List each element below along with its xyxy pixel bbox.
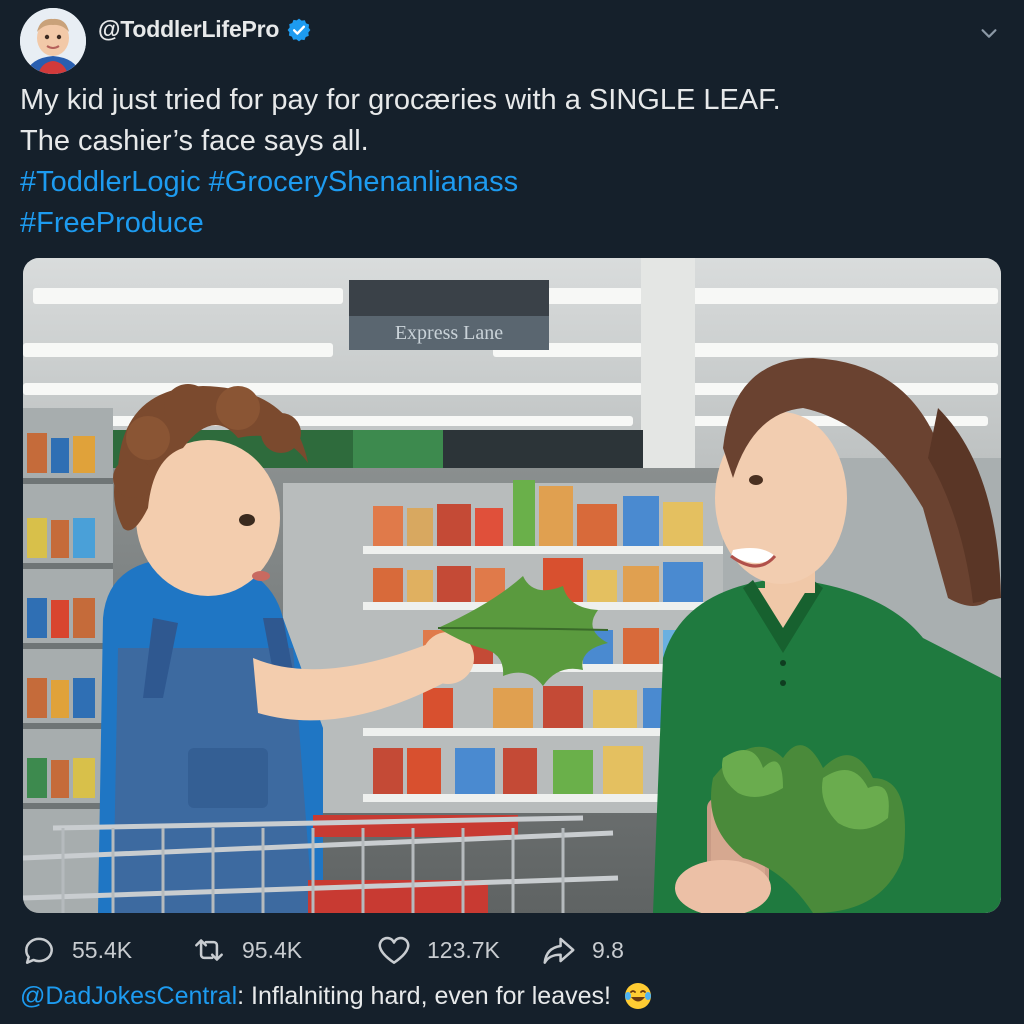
author-handle[interactable]: @ToddlerLifePro [98, 16, 279, 43]
verified-badge-icon [287, 18, 311, 41]
repost-button[interactable]: 95.4K [190, 928, 375, 972]
reply-mention[interactable]: @DadJokesCentral [20, 976, 237, 1016]
reply-count: 55.4K [72, 936, 133, 963]
reply-icon [25, 937, 53, 964]
share-button[interactable]: 9.8 [540, 928, 680, 972]
like-icon [378, 936, 410, 964]
reply-button[interactable]: 55.4K [20, 928, 190, 972]
store-sign: Express Lane [395, 322, 503, 344]
post-image[interactable]: Express Lane [23, 258, 1001, 913]
post-header: @ToddlerLifePro [20, 8, 1004, 74]
reply-text: : Inflalniting hard, even for leaves! [237, 982, 611, 1010]
share-icon [543, 937, 575, 964]
post-text-line-2: The cashier’s face says all. [20, 125, 369, 157]
chevron-down-icon [981, 29, 997, 38]
avatar[interactable] [20, 8, 86, 74]
post-text-line-1: My kid just tried for pay for grocæries … [20, 84, 781, 116]
action-bar: 55.4K 95.4K 123.7K 9.8 [20, 928, 1000, 972]
like-count: 123.7K [427, 936, 500, 963]
like-button[interactable]: 123.7K [375, 928, 540, 972]
more-options-button[interactable] [974, 18, 1004, 48]
hashtags-line-2[interactable]: #FreeProduce [20, 203, 1000, 244]
hashtags-line-1[interactable]: #ToddlerLogic #GroceryShenanlianass [20, 162, 1000, 203]
post-text: My kid just tried for pay for grocæries … [20, 80, 1000, 244]
author-info: @ToddlerLifePro [98, 16, 312, 43]
share-count: 9.8 [592, 936, 624, 963]
reply-preview: @DadJokesCentral : Inflalniting hard, ev… [20, 976, 1000, 1016]
repost-count: 95.4K [242, 936, 303, 963]
laughing-emoji-icon [624, 983, 651, 1009]
repost-icon [195, 939, 223, 961]
